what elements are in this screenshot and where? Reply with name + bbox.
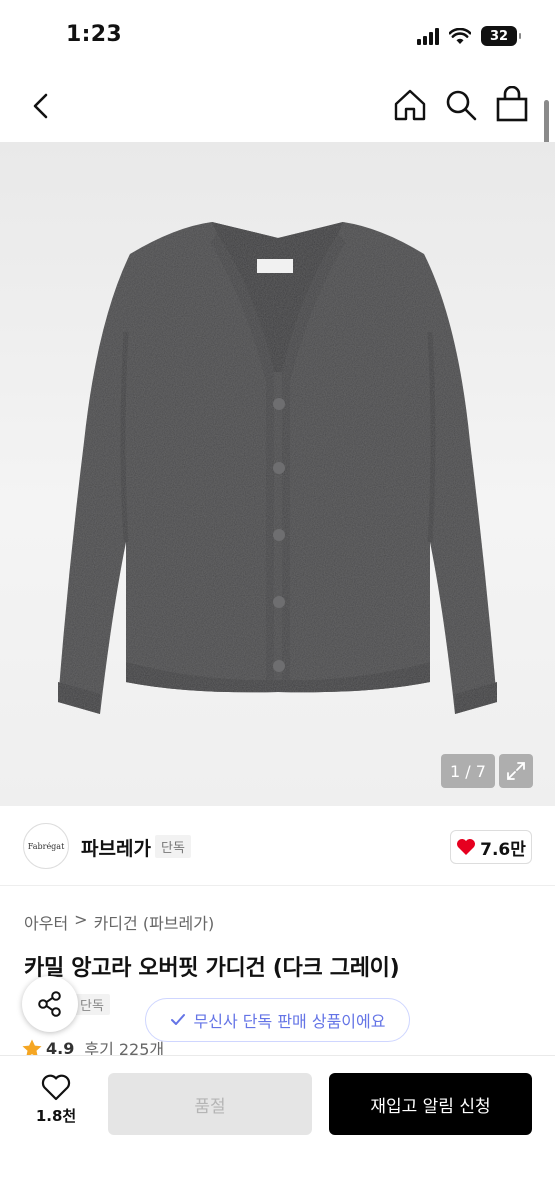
brand-row: Fabrégat 파브레가 단독 7.6만 [0, 806, 555, 886]
cardigan-illustration [58, 222, 497, 714]
product-image[interactable] [0, 142, 555, 806]
share-icon [38, 991, 61, 1017]
check-icon [170, 1014, 185, 1025]
breadcrumb-cardigan[interactable]: 카디건 (파브레가) [94, 910, 215, 934]
shopping-bag-icon[interactable] [495, 86, 529, 122]
heart-filled-icon [457, 839, 476, 855]
status-icons: 32 [417, 26, 521, 46]
brand-logo[interactable]: Fabrégat [23, 823, 69, 869]
category-breadcrumb: 아우터 > 카디건 (파브레가) [24, 910, 214, 934]
back-arrow-icon[interactable] [26, 90, 58, 122]
status-time: 1:23 [66, 22, 122, 47]
breadcrumb-outer[interactable]: 아우터 [24, 910, 68, 934]
exclusive-badge: 단독 [155, 835, 191, 858]
brand-name[interactable]: 파브레가 [81, 834, 151, 861]
toast-text: 무신사 단독 판매 상품이에요 [193, 1012, 386, 1031]
breadcrumb-separator: > [74, 910, 88, 929]
search-icon[interactable] [444, 88, 478, 122]
home-icon[interactable] [393, 88, 427, 122]
brand-like-count: 7.6만 [480, 839, 526, 860]
product-title: 카밀 앙고라 오버핏 가디건 (다크 그레이) [24, 956, 400, 981]
exclusive-toast: 무신사 단독 판매 상품이에요 [145, 998, 410, 1042]
status-bar: 1:23 32 [0, 0, 555, 72]
wishlist-count: 1.8천 [35, 1107, 77, 1125]
brand-like-button[interactable]: 7.6만 [450, 830, 532, 864]
battery-icon: 32 [481, 26, 521, 46]
expand-icon [507, 762, 525, 780]
bottom-action-bar: 1.8천 품절 재입고 알림 신청 [0, 1055, 555, 1200]
restock-alert-button[interactable]: 재입고 알림 신청 [329, 1073, 532, 1135]
wifi-icon [449, 27, 471, 44]
share-button[interactable] [22, 976, 78, 1032]
product-exclusive-badge: 단독 [74, 994, 110, 1015]
wishlist-button[interactable]: 1.8천 [24, 1074, 88, 1134]
expand-image-button[interactable] [499, 754, 533, 788]
image-page-counter: 1 / 7 [441, 754, 495, 788]
heart-outline-icon [41, 1074, 71, 1101]
top-nav-bar [0, 72, 555, 142]
sold-out-button[interactable]: 품절 [108, 1073, 312, 1135]
cellular-signal-icon [417, 27, 439, 45]
